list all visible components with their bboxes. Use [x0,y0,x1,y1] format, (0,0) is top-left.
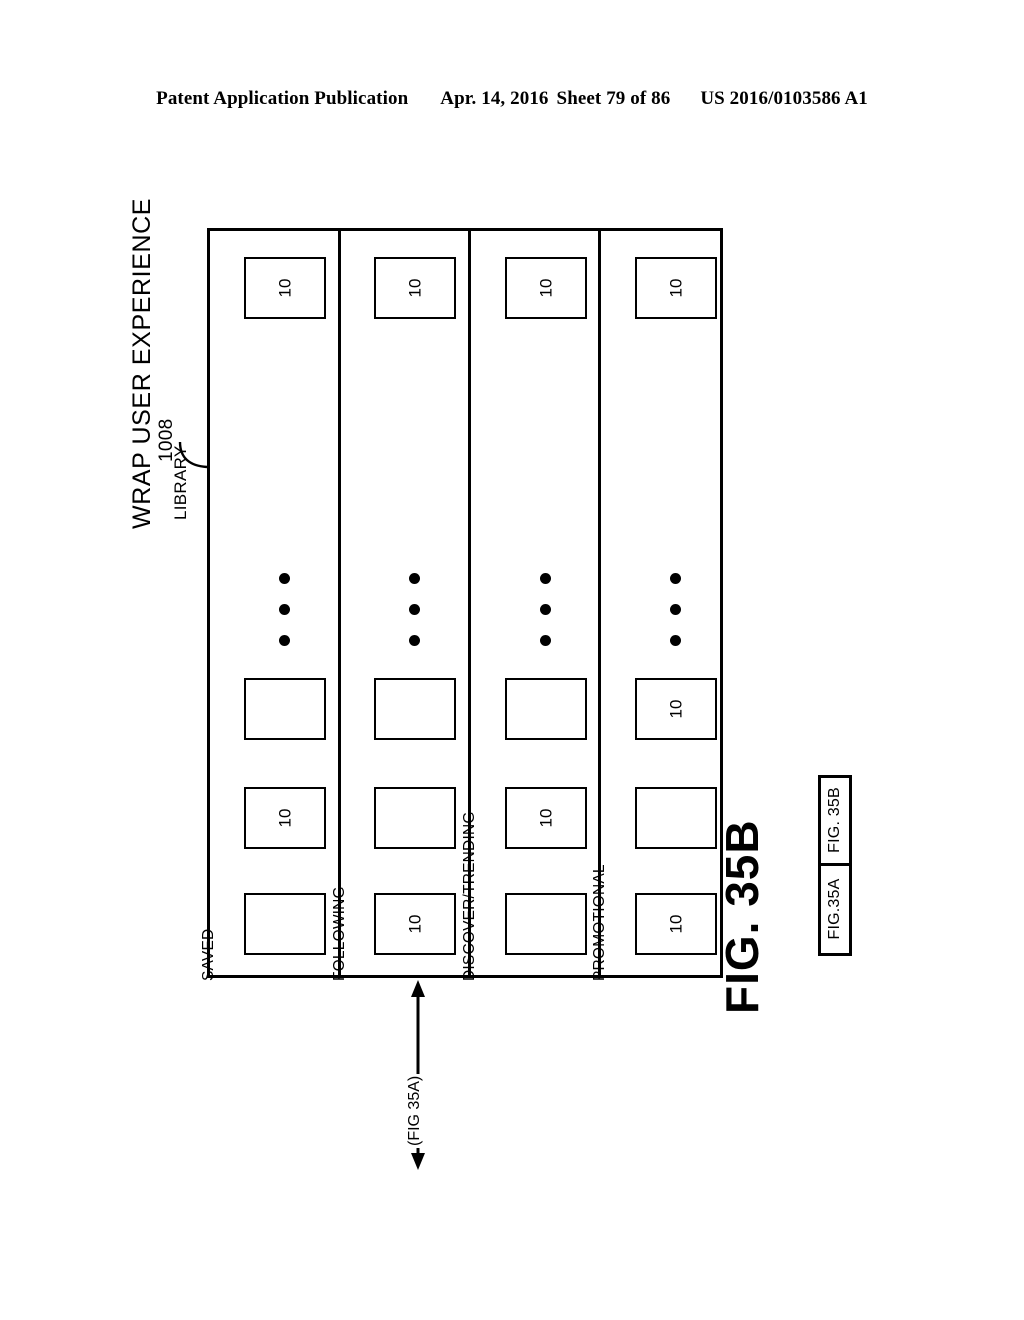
header-patent-number: US 2016/0103586 A1 [700,88,868,109]
column-promotional [601,231,720,975]
card-number: 10 [405,914,425,934]
header-date: Apr. 14, 2016 [440,88,549,109]
card-following-2[interactable] [374,787,456,849]
dots-vertical-icon-promotional [670,573,684,646]
header-sheet: Sheet 79 of 86 [556,88,671,109]
sheet-key-cell-35a: FIG.35A [821,866,849,954]
card-number: 10 [666,914,686,934]
figure-caption: FIG. 35B [716,819,768,1014]
reference-numeral-1008: 1008 [156,418,177,462]
dots-vertical-icon-following [409,573,423,646]
column-following [341,231,471,975]
card-discover-2[interactable]: 10 [505,787,587,849]
card-number: 10 [536,278,556,298]
card-number: 10 [536,808,556,828]
card-following-3[interactable] [374,678,456,740]
sheet-key-box: FIG. 35B FIG.35A [818,775,852,956]
card-promotional-2[interactable] [635,787,717,849]
row-label-following: FOLLOWING [331,886,348,981]
card-number: 10 [666,278,686,298]
sheet-key-label-35b: FIG. 35B [826,787,843,854]
card-number: 10 [275,808,295,828]
patent-figure-page: Patent Application Publication Apr. 14, 2… [0,0,1024,1320]
card-saved-1[interactable] [244,893,326,955]
card-saved-2[interactable]: 10 [244,787,326,849]
column-saved [210,231,341,975]
continuation-arrow-label: (FIG 35A) [406,1073,424,1148]
card-discover-3[interactable] [505,678,587,740]
card-following-last[interactable]: 10 [374,257,456,319]
figure-title-main: WRAP USER EXPERIENCE [128,197,156,529]
sheet-key-cell-35b: FIG. 35B [821,778,849,866]
card-number: 10 [275,278,295,298]
sheet-key-label-35a: FIG.35A [826,878,843,940]
row-label-saved: SAVED [200,928,217,981]
page-header: Patent Application Publication Apr. 14, 2… [0,88,1024,110]
card-saved-last[interactable]: 10 [244,257,326,319]
header-publication: Patent Application Publication [156,88,409,109]
card-promotional-1[interactable]: 10 [635,893,717,955]
card-number: 10 [405,278,425,298]
row-label-discover-trending: DISCOVER/TRENDING [461,811,478,981]
row-label-promotional: PROMOTIONAL [591,864,608,981]
card-saved-3[interactable] [244,678,326,740]
card-number: 10 [666,699,686,719]
card-following-1[interactable]: 10 [374,893,456,955]
card-discover-1[interactable] [505,893,587,955]
dots-vertical-icon-discover [540,573,554,646]
column-discover-trending [471,231,601,975]
card-promotional-3[interactable]: 10 [635,678,717,740]
dots-vertical-icon-saved [279,573,293,646]
card-promotional-last[interactable]: 10 [635,257,717,319]
card-discover-last[interactable]: 10 [505,257,587,319]
